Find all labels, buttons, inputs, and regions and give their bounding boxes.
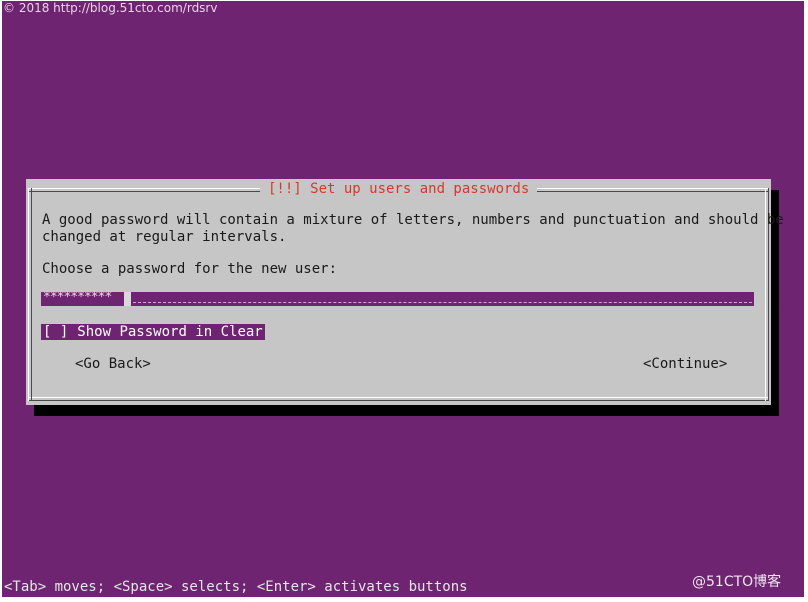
dialog-title: [!!] Set up users and passwords bbox=[268, 181, 530, 197]
setup-users-dialog: [!!] Set up users and passwords A good p… bbox=[26, 179, 784, 405]
password-masked-value: ********** bbox=[43, 290, 112, 305]
description-line-2: changed at regular intervals. bbox=[42, 229, 287, 245]
show-password-checkbox[interactable]: [ ] Show Password in Clear bbox=[41, 324, 265, 340]
password-input[interactable]: ********** bbox=[41, 290, 754, 306]
dialog-title-bar: [!!] Set up users and passwords bbox=[260, 179, 538, 199]
checkbox-indicator: [ ] bbox=[43, 324, 69, 340]
password-field-fill bbox=[133, 302, 752, 303]
keyboard-hint: <Tab> moves; <Space> selects; <Enter> ac… bbox=[4, 579, 468, 595]
continue-button[interactable]: <Continue> bbox=[643, 356, 727, 372]
installer-screen: © 2018 http://blog.51cto.com/rdsrv [!!] … bbox=[2, 1, 804, 597]
show-password-label: Show Password in Clear bbox=[77, 324, 263, 340]
text-cursor bbox=[124, 292, 131, 306]
dialog-frame-bottom bbox=[28, 397, 769, 401]
password-prompt: Choose a password for the new user: bbox=[42, 261, 338, 277]
brand-watermark: @51CTO博客 bbox=[692, 574, 782, 590]
description-line-1: A good password will contain a mixture o… bbox=[42, 212, 784, 228]
dialog-frame-left bbox=[28, 188, 32, 401]
go-back-button[interactable]: <Go Back> bbox=[75, 356, 151, 372]
copyright-watermark: © 2018 http://blog.51cto.com/rdsrv bbox=[3, 1, 218, 15]
